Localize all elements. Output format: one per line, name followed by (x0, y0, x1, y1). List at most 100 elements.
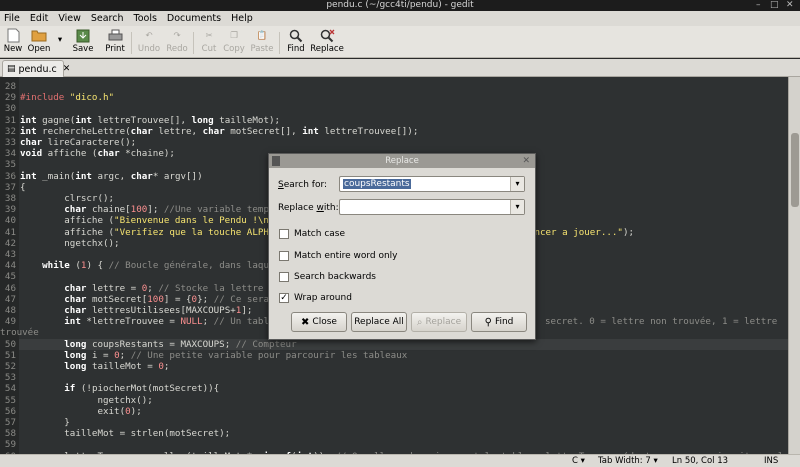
match-case-checkbox[interactable]: Match case (279, 229, 345, 239)
line-number: 44 (4, 260, 16, 272)
replace-input[interactable]: ▾ (339, 199, 525, 215)
menu-search[interactable]: Search (91, 13, 124, 24)
status-bar: C ▾ Tab Width: 7 ▾ Ln 50, Col 13 INS (0, 454, 800, 467)
toolbar-separator (279, 32, 280, 54)
tab-label: pendu.c (18, 63, 57, 75)
match-entire-word-checkbox[interactable]: Match entire word only (279, 251, 398, 261)
line-number: 59 (4, 439, 16, 451)
toolbar: New Open ▾ Save Print ↶ Undo ↷ Redo ✂ Cu… (0, 26, 800, 58)
print-button[interactable]: Print (104, 28, 126, 57)
line-number: 36 (4, 170, 16, 182)
magnifier-icon: ⚲ (484, 316, 492, 328)
dialog-close-icon[interactable]: ✕ (522, 154, 530, 168)
line-number: 29 (4, 92, 16, 104)
open-recent-dropdown[interactable]: ▾ (55, 28, 65, 57)
menu-tools[interactable]: Tools (134, 13, 157, 24)
line-number: 34 (4, 148, 16, 160)
line-number: 39 (4, 204, 16, 216)
line-number: 53 (4, 372, 16, 384)
paste-icon: 📋 (256, 30, 268, 41)
file-icon: ▤ (7, 64, 16, 74)
close-window-icon[interactable]: ✕ (786, 0, 794, 11)
code-line: exit(0); (20, 405, 142, 417)
chevron-down-icon[interactable]: ▾ (510, 200, 524, 214)
redo-button[interactable]: ↷ Redo (166, 28, 188, 57)
code-line: int *lettreTrouvee = NULL; // Un tableau… (64, 316, 303, 328)
line-number: 42 (4, 237, 16, 249)
checkbox-box[interactable] (279, 251, 289, 261)
maximize-icon[interactable]: □ (770, 0, 779, 11)
replace-all-button[interactable]: Replace All (351, 312, 407, 332)
code-line: while (1) { // Boucle générale, dans laq… (42, 260, 308, 272)
chevron-down-icon: ▾ (57, 34, 63, 45)
language-selector[interactable]: C ▾ (572, 456, 585, 467)
undo-button[interactable]: ↶ Undo (138, 28, 160, 57)
checkbox-box[interactable] (279, 272, 289, 282)
line-number: 35 (4, 159, 16, 171)
dialog-find-button[interactable]: ⚲ Find (471, 312, 527, 332)
line-number: 57 (4, 417, 16, 428)
new-button[interactable]: New (2, 28, 24, 57)
tab-width-selector[interactable]: Tab Width: 7 ▾ (598, 456, 658, 467)
code-line: #include "dico.h" (20, 92, 115, 104)
find-replace-icon: ⌕ (416, 316, 423, 328)
line-number: 52 (4, 361, 16, 372)
dialog-title-bar: Replace ✕ (269, 154, 535, 168)
code-line: long tailleMot = 0; (64, 361, 170, 372)
checkbox-box-checked[interactable]: ✓ (279, 293, 289, 303)
find-button[interactable]: Find (286, 28, 306, 57)
menu-view[interactable]: View (58, 13, 81, 24)
wrap-around-checkbox[interactable]: ✓ Wrap around (279, 293, 352, 303)
line-number: 33 (4, 137, 16, 148)
document-tab-bar: ▤ pendu.c ✕ (0, 59, 800, 77)
cursor-position: Ln 50, Col 13 (672, 456, 729, 466)
scissors-icon: ✂ (205, 30, 213, 41)
window-title: pendu.c (~/gcc4ti/pendu) - gedit (326, 0, 474, 10)
line-number: 55 (4, 394, 16, 406)
line-number: 45 (4, 271, 16, 283)
menu-help[interactable]: Help (231, 13, 253, 24)
code-line: if (!piocherMot(motSecret)){ (64, 383, 220, 395)
save-icon (75, 28, 91, 43)
search-text: coupsRestants (343, 179, 411, 189)
find-replace-icon (319, 28, 335, 43)
code-line: int rechercheLettre(char lettre, char mo… (20, 125, 419, 137)
replace-button[interactable]: Replace (310, 28, 344, 57)
code-line: char chaine[100]; //Une variable tempora… (64, 204, 303, 216)
close-button[interactable]: ✖ Close (291, 312, 347, 332)
menu-edit[interactable]: Edit (30, 13, 48, 24)
checkbox-box[interactable] (279, 229, 289, 239)
dialog-replace-button[interactable]: ⌕ Replace (411, 312, 467, 332)
code-line: int gagne(int lettreTrouvee[], long tail… (20, 114, 281, 126)
dialog-icon (272, 156, 280, 166)
search-backwards-checkbox[interactable]: Search backwards (279, 272, 376, 282)
tab-pendu-c[interactable]: ▤ pendu.c ✕ (2, 60, 70, 77)
search-input[interactable]: coupsRestants ▾ (339, 176, 525, 192)
cut-button[interactable]: ✂ Cut (200, 28, 218, 57)
line-number: 43 (4, 249, 16, 260)
minimize-icon[interactable]: – (756, 0, 761, 11)
chevron-down-icon[interactable]: ▾ (510, 177, 524, 191)
menu-file[interactable]: File (4, 13, 20, 24)
menu-documents[interactable]: Documents (167, 13, 221, 24)
line-number: 30 (4, 103, 16, 115)
code-line: ngetchx(); (20, 394, 153, 406)
paste-button[interactable]: 📋 Paste (250, 28, 274, 57)
close-tab-icon[interactable]: ✕ (63, 64, 71, 74)
line-number: 28 (4, 81, 16, 92)
code-line: long i = 0; // Une petite variable pour … (64, 349, 408, 361)
vertical-scrollbar[interactable] (788, 77, 800, 454)
save-button[interactable]: Save (72, 28, 94, 57)
copy-icon: ❐ (230, 30, 238, 41)
scrollbar-thumb[interactable] (791, 133, 799, 207)
toolbar-separator (131, 32, 132, 54)
open-button[interactable]: Open (28, 28, 50, 57)
line-number: 49 (4, 316, 16, 328)
code-line: int _main(int argc, char* argv[]) (20, 170, 203, 182)
code-line: } (20, 417, 70, 428)
code-line: clrscr(); (20, 193, 115, 204)
printer-icon (107, 28, 123, 43)
code-line-wrap: trouvée (0, 327, 39, 339)
dialog-title: Replace (385, 156, 419, 166)
copy-button[interactable]: ❐ Copy (223, 28, 245, 57)
